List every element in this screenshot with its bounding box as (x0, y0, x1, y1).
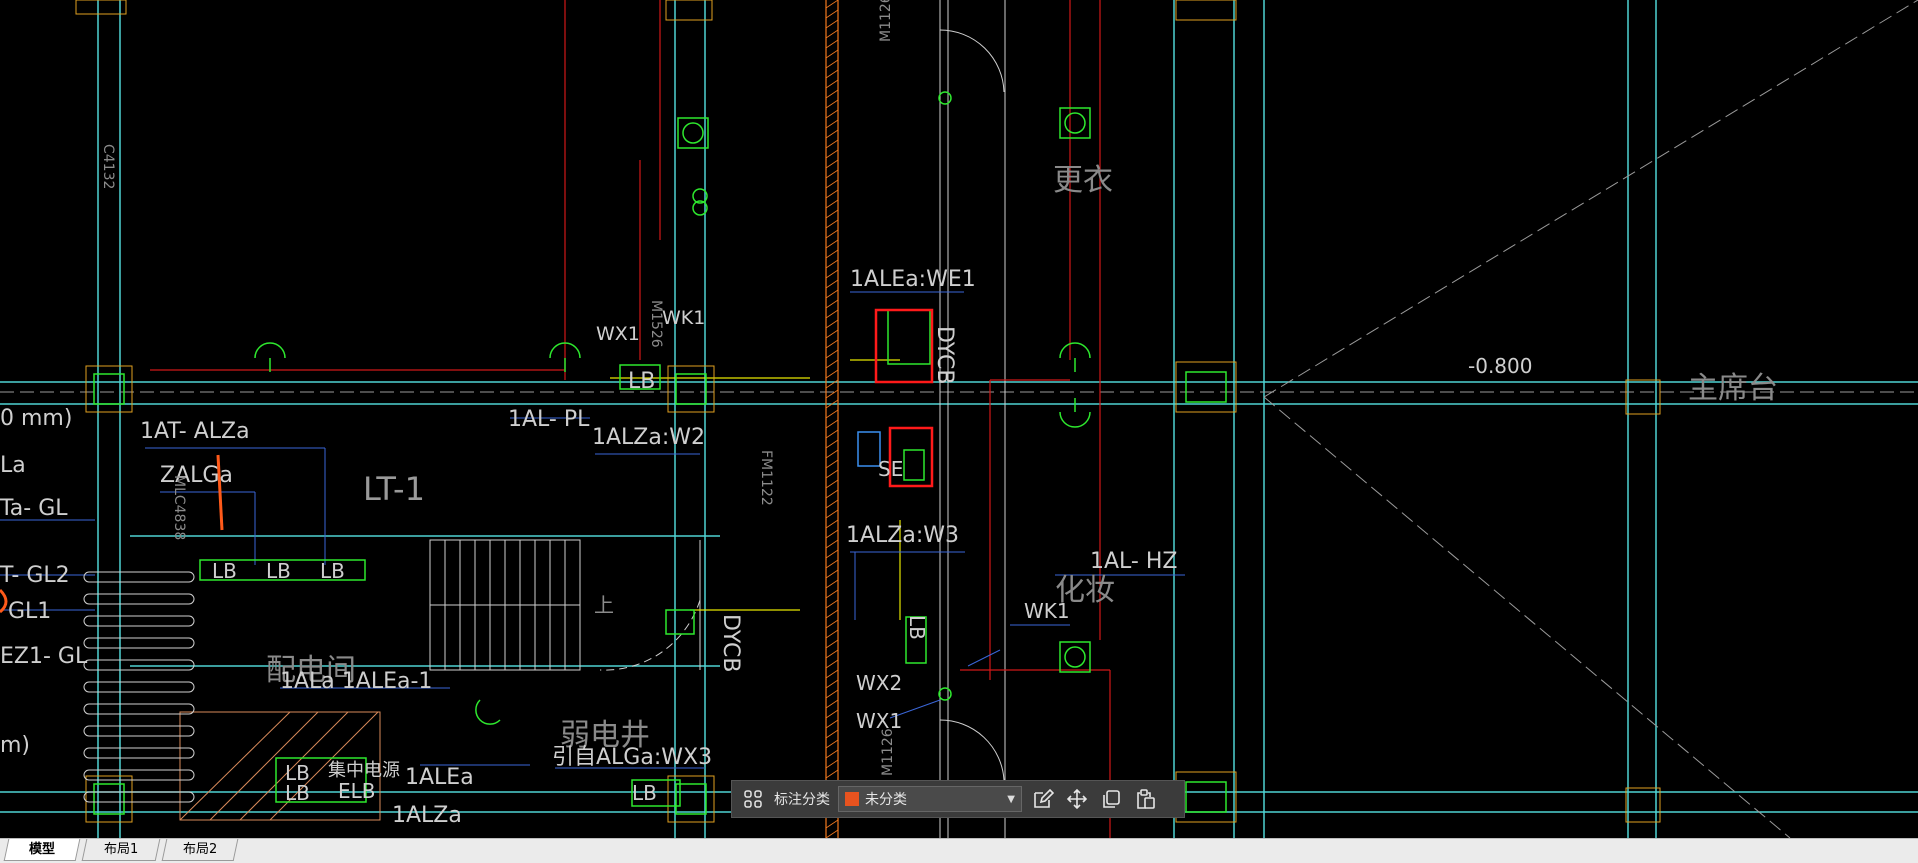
label-gl1: GL1 (8, 599, 51, 624)
floor-plan-drawing[interactable]: 0 mm) La Ta- GL T- GL2 GL1 EZ1- GL m) 1A… (0, 0, 1918, 838)
label-up: 上 (594, 593, 614, 617)
category-color-swatch (845, 792, 859, 806)
category-label: 标注分类 (774, 792, 830, 808)
label-alea: 1ALEa (405, 765, 474, 790)
label-alt-alza: 1AT- ALZa (140, 419, 250, 444)
annotation-toolbar: 标注分类 未分类 ▼ (731, 780, 1185, 818)
label-ta-gl: Ta- GL (0, 496, 68, 521)
structural-columns (75, 0, 1661, 823)
copy-icon[interactable] (1098, 786, 1124, 812)
label-se: SE (878, 457, 903, 481)
tab-model[interactable]: 模型 (3, 839, 81, 861)
category-select[interactable]: 未分类 ▼ (838, 786, 1022, 812)
label-alza-w2: 1ALZa:W2 (592, 425, 705, 450)
label-ez1-gl: EZ1- GL (0, 644, 88, 669)
category-select-value: 未分类 (865, 792, 907, 808)
yellow-wiring (610, 359, 901, 620)
label-gengyi: 更衣 (1053, 163, 1113, 198)
label-mm1: 0 mm) (0, 406, 72, 431)
label-m1126-top: M1126 (878, 0, 894, 42)
label-wk1-top: WK1 (662, 307, 705, 329)
label-wx1-top: WX1 (596, 323, 640, 345)
label-zalga: ZALGa (160, 463, 233, 488)
label-al-pl: 1AL- PL (508, 407, 590, 432)
label-dycb-2: DYCB (718, 614, 743, 672)
label-alea-we1: 1ALEa:WE1 (850, 267, 976, 292)
chevron-down-icon: ▼ (1007, 793, 1015, 805)
tab-layout1[interactable]: 布局1 (81, 839, 161, 861)
duct-loops (83, 571, 195, 803)
phi-symbol (857, 431, 881, 467)
label-dycb-1: DYCB (932, 326, 957, 384)
edit-icon[interactable] (1030, 786, 1056, 812)
hatch-pattern (825, 0, 839, 838)
label-c4132: C4132 (100, 144, 116, 189)
hatched-wall (825, 0, 839, 838)
label-elevation: -0.800 (1468, 354, 1532, 378)
label-alza: 1ALZa (392, 803, 462, 828)
tab-layout2[interactable]: 布局2 (161, 839, 239, 861)
label-huazhuang: 化妆 (1055, 573, 1115, 608)
label-lb-1: LB (628, 369, 655, 394)
layout-tab-bar: 模型 布局1 布局2 (0, 838, 1918, 863)
move-icon[interactable] (1064, 786, 1090, 812)
cad-drawing-canvas[interactable]: 0 mm) La Ta- GL T- GL2 GL1 EZ1- GL m) 1A… (0, 0, 1918, 838)
label-fm1122: FM1122 (758, 450, 774, 506)
label-mlc4838: MLC4838 (171, 475, 187, 540)
label-lt1: LT-1 (363, 470, 425, 508)
grid-icon[interactable] (740, 786, 766, 812)
label-jizhong: 集中电源 (328, 760, 400, 781)
label-la: La (0, 453, 26, 478)
paste-icon[interactable] (1132, 786, 1158, 812)
label-mm2: m) (0, 733, 30, 758)
label-zhuxitai: 主席台 (1688, 371, 1778, 406)
label-al-hz: 1AL- HZ (1090, 549, 1177, 574)
cad-labels: 0 mm) La Ta- GL T- GL2 GL1 EZ1- GL m) 1A… (0, 0, 1778, 828)
label-lb-7: LB (632, 781, 657, 805)
label-yinzi-wx3: 引自ALGa:WX3 (552, 745, 712, 770)
label-lb-4: LB (320, 559, 345, 583)
label-lb-6: LB (285, 781, 310, 805)
label-m1526: M1526 (648, 300, 664, 348)
label-alza-w3: 1ALZa:W3 (846, 523, 959, 548)
label-m1126-bottom: M1126 (880, 728, 896, 776)
label-wx2: WX2 (856, 671, 902, 695)
label-lb-8: LB (905, 615, 929, 640)
staircase (429, 539, 581, 671)
label-elb: ELB (338, 779, 376, 803)
label-t-gl2: T- GL2 (0, 563, 70, 588)
label-ala-alea1: 1ALa 1ALEa-1 (280, 669, 432, 694)
label-lb-3: LB (266, 559, 291, 583)
label-lb-2: LB (212, 559, 237, 583)
